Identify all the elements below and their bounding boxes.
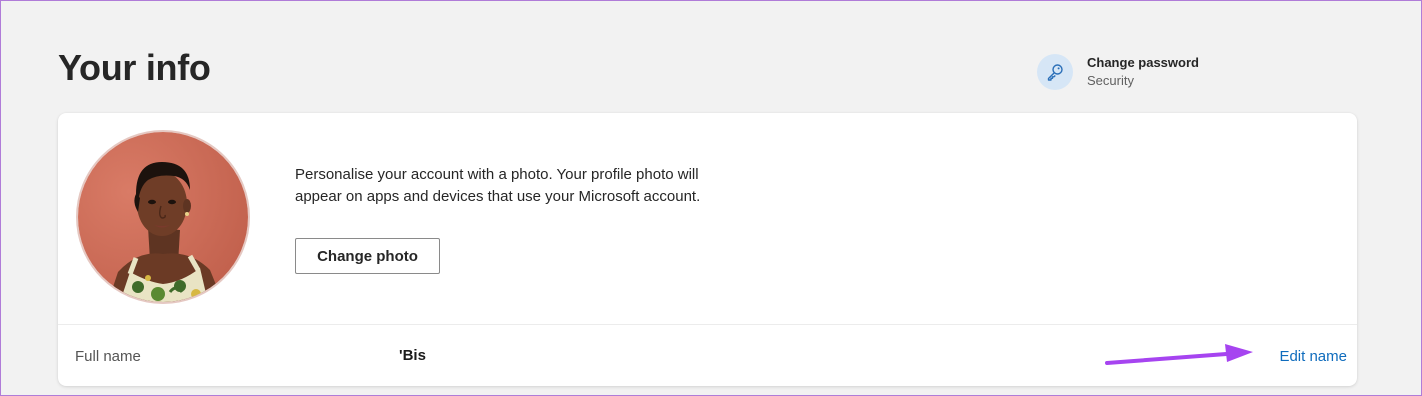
security-label: Security	[1087, 73, 1134, 88]
page-title: Your info	[58, 47, 211, 88]
full-name-value: 'Bis	[399, 347, 426, 364]
photo-description: Personalise your account with a photo. Y…	[295, 166, 701, 205]
avatar[interactable]	[76, 130, 250, 304]
annotation-arrow	[1105, 344, 1253, 365]
change-photo-button[interactable]: Change photo	[295, 238, 440, 274]
change-password-link[interactable]: Change password Security	[1037, 54, 1199, 90]
key-icon	[1037, 54, 1073, 90]
profile-photo	[78, 132, 248, 302]
divider	[58, 324, 1357, 325]
edit-name-link[interactable]: Edit name	[1279, 348, 1347, 365]
change-password-label: Change password	[1087, 55, 1199, 70]
full-name-label: Full name	[75, 348, 141, 365]
